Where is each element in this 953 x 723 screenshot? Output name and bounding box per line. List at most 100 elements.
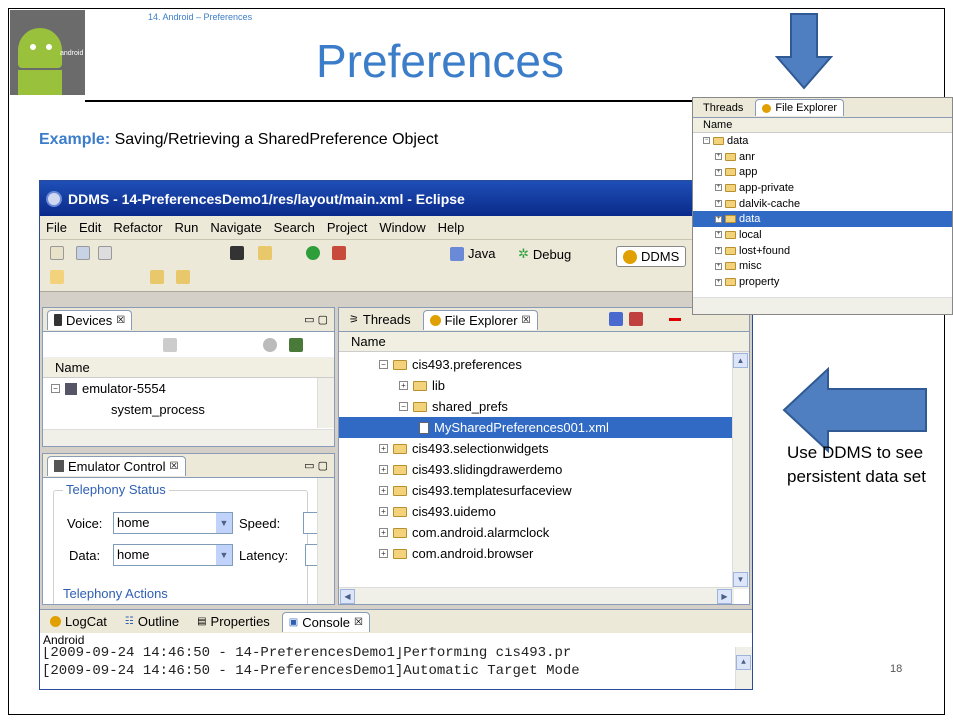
tree-label: property <box>739 276 780 289</box>
expand-icon[interactable]: + <box>379 444 388 453</box>
debug-icon[interactable] <box>332 246 346 260</box>
data-select[interactable]: home ▼ <box>113 544 233 566</box>
tree-row[interactable]: + cis493.selectionwidgets <box>339 438 749 459</box>
pull-file-icon[interactable] <box>609 312 623 326</box>
tree-row[interactable]: + lost+found <box>693 243 952 259</box>
tree-label: cis493.preferences <box>412 357 522 372</box>
device-label: system_process <box>111 402 205 417</box>
tree-row[interactable]: − cis493.preferences <box>339 354 749 375</box>
menu-item-refactor[interactable]: Refactor <box>113 220 162 235</box>
menu-item-edit[interactable]: Edit <box>79 220 101 235</box>
run-icon[interactable] <box>306 246 320 260</box>
tree-row[interactable]: + local <box>693 227 952 243</box>
tab-emulator-control[interactable]: Emulator Control ☒ <box>47 455 186 476</box>
menu-item-project[interactable]: Project <box>327 220 367 235</box>
open-icon[interactable] <box>50 270 64 284</box>
emulator-vscrollbar[interactable] <box>317 478 334 604</box>
expand-icon[interactable]: + <box>399 381 408 390</box>
tree-row[interactable]: + cis493.slidingdrawerdemo <box>339 459 749 480</box>
folder-icon <box>393 527 407 538</box>
tree-row[interactable]: + data <box>693 211 952 228</box>
print-icon[interactable] <box>98 246 112 260</box>
android-project-icon[interactable] <box>258 246 272 260</box>
expand-icon[interactable]: + <box>379 507 388 516</box>
perspective-java[interactable]: Java <box>450 246 495 261</box>
expand-icon[interactable]: + <box>715 247 722 255</box>
expand-icon[interactable]: + <box>379 528 388 537</box>
menu-item-run[interactable]: Run <box>175 220 199 235</box>
expand-icon[interactable]: + <box>379 486 388 495</box>
tab-outline[interactable]: ☷ Outline <box>119 612 185 631</box>
file-explorer-hscrollbar[interactable]: ◀ ▶ <box>339 587 734 604</box>
window-titlebar[interactable]: DDMS - 14-PreferencesDemo1/res/layout/ma… <box>40 181 752 216</box>
expand-icon[interactable]: + <box>379 549 388 558</box>
tree-row[interactable]: + app <box>693 164 952 180</box>
collapse-icon[interactable]: − <box>703 137 710 145</box>
tab-file-explorer[interactable]: File Explorer ☒ <box>422 309 538 330</box>
menu-item-help[interactable]: Help <box>438 220 465 235</box>
expand-icon[interactable]: + <box>715 184 722 192</box>
tab-properties[interactable]: ▤ Properties <box>191 612 276 631</box>
tab-threads[interactable]: ⚞ Threads <box>343 310 417 329</box>
overlay-hscrollbar[interactable] <box>693 297 952 314</box>
device-row[interactable]: system_process <box>43 399 334 420</box>
tree-row[interactable]: + misc <box>693 259 952 275</box>
expand-icon[interactable]: + <box>715 200 722 208</box>
tree-row[interactable]: + property <box>693 274 952 290</box>
tree-row[interactable]: + cis493.templatesurfaceview <box>339 480 749 501</box>
expand-icon[interactable]: + <box>379 465 388 474</box>
collapse-icon[interactable]: − <box>379 360 388 369</box>
bug-icon[interactable] <box>163 338 177 352</box>
menu-item-file[interactable]: File <box>46 220 67 235</box>
expand-icon[interactable]: + <box>715 168 722 176</box>
tree-row[interactable]: + dalvik-cache <box>693 196 952 212</box>
tree-row[interactable]: − shared_prefs <box>339 396 749 417</box>
new-icon[interactable] <box>50 246 64 260</box>
tree-row[interactable]: MySharedPreferences001.xml <box>339 417 749 438</box>
tree-label: cis493.templatesurfaceview <box>412 483 572 498</box>
expand-icon[interactable]: + <box>715 278 722 286</box>
example-label: Example: <box>39 131 111 148</box>
tab-threads[interactable]: Threads <box>697 100 749 116</box>
perspective-debug[interactable]: ✲ Debug <box>518 246 571 262</box>
expand-icon[interactable]: + <box>715 231 722 239</box>
devices-vscrollbar[interactable] <box>317 378 334 428</box>
file-explorer-vscrollbar[interactable]: ▲ ▼ <box>732 352 749 589</box>
menu-item-navigate[interactable]: Navigate <box>210 220 261 235</box>
tree-row[interactable]: + anr <box>693 149 952 165</box>
screenshot-icon[interactable] <box>289 338 303 352</box>
perspective-ddms[interactable]: DDMS <box>616 246 687 267</box>
forward-icon[interactable] <box>176 270 190 284</box>
expand-icon[interactable]: + <box>715 215 722 223</box>
back-icon[interactable] <box>150 270 164 284</box>
menu-item-search[interactable]: Search <box>274 220 315 235</box>
tab-console[interactable]: ▣ Console ☒ <box>281 611 370 632</box>
tree-row[interactable]: + lib <box>339 375 749 396</box>
devices-hscrollbar[interactable] <box>43 429 334 446</box>
delete-icon[interactable] <box>669 318 681 321</box>
expand-icon[interactable]: + <box>715 153 722 161</box>
save-icon[interactable] <box>76 246 90 260</box>
push-file-icon[interactable] <box>629 312 643 326</box>
tab-logcat[interactable]: LogCat <box>44 612 113 631</box>
device-row[interactable]: − emulator-5554 <box>43 378 334 399</box>
menu-item-window[interactable]: Window <box>379 220 425 235</box>
device-icon[interactable] <box>230 246 244 260</box>
panel-minmax-icon[interactable]: ▭ ▢ <box>304 313 328 326</box>
collapse-icon[interactable]: − <box>399 402 408 411</box>
voice-select[interactable]: home ▼ <box>113 512 233 534</box>
tree-label: shared_prefs <box>432 399 508 414</box>
tree-row[interactable]: + app-private <box>693 180 952 196</box>
folder-icon <box>725 199 736 208</box>
tree-row[interactable]: − data <box>693 133 952 149</box>
tree-row[interactable]: + cis493.uidemo <box>339 501 749 522</box>
tree-row[interactable]: + com.android.alarmclock <box>339 522 749 543</box>
panel-minmax-icon[interactable]: ▭ ▢ <box>304 459 328 472</box>
console-vscrollbar[interactable]: ▲ <box>735 647 752 689</box>
collapse-icon[interactable]: − <box>51 384 60 393</box>
tab-devices[interactable]: Devices ☒ <box>47 309 133 330</box>
tab-file-explorer[interactable]: File Explorer <box>755 99 845 116</box>
expand-icon[interactable]: + <box>715 262 722 270</box>
stop-icon[interactable] <box>263 338 277 352</box>
tree-row[interactable]: + com.android.browser <box>339 543 749 564</box>
